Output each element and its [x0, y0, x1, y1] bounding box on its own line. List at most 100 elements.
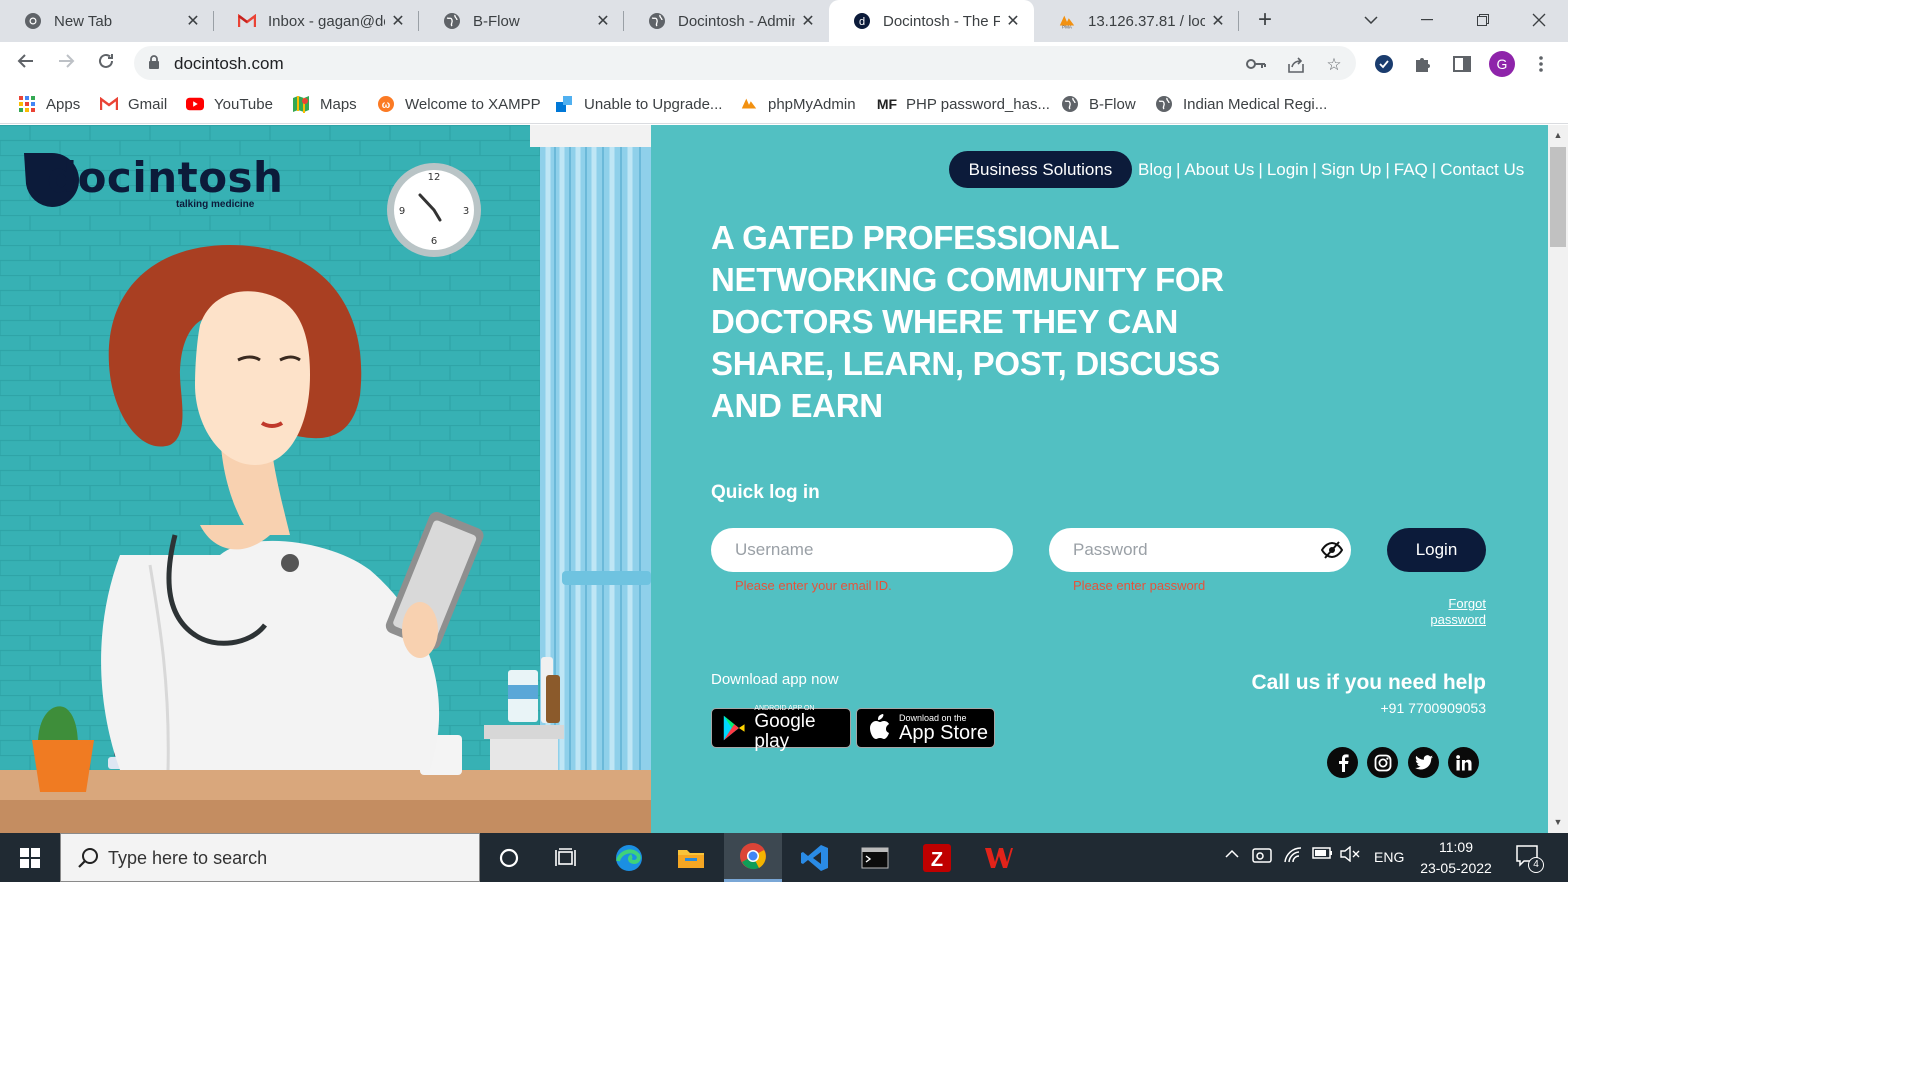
- volume-muted-icon[interactable]: [1340, 845, 1360, 865]
- bookmark-phpmyadmin[interactable]: phpMyAdmin: [740, 93, 856, 115]
- bookmark-star-icon[interactable]: ☆: [1324, 55, 1344, 75]
- tray-chevron-icon[interactable]: [1225, 846, 1239, 862]
- gmail-icon: [100, 95, 118, 113]
- hero-headline: A GATED PROFESSIONAL NETWORKING COMMUNIT…: [711, 217, 1291, 427]
- battery-icon[interactable]: [1312, 846, 1334, 863]
- scroll-thumb[interactable]: [1550, 147, 1566, 247]
- login-button[interactable]: Login: [1387, 528, 1486, 572]
- bookmark-gmail[interactable]: Gmail: [100, 93, 167, 115]
- bookmark-apps[interactable]: Apps: [18, 93, 80, 115]
- bookmark-label: YouTube: [214, 95, 273, 113]
- bookmark-label: phpMyAdmin: [768, 95, 856, 113]
- notifications-icon[interactable]: 4: [1516, 845, 1544, 873]
- extension-check-icon[interactable]: [1373, 53, 1395, 75]
- close-window-button[interactable]: [1511, 0, 1567, 40]
- bookmark-bflow[interactable]: B-Flow: [1061, 93, 1136, 115]
- nav-link-sign-up[interactable]: Sign Up: [1321, 160, 1381, 179]
- linkedin-icon[interactable]: [1448, 747, 1479, 778]
- bookmarks-bar: Apps Gmail YouTube Maps ω Welcome to XAM…: [0, 84, 1568, 124]
- bookmark-php-password[interactable]: MF PHP password_has...: [877, 93, 1050, 115]
- forgot-password-link[interactable]: Forgot password: [1391, 596, 1486, 628]
- bookmark-xampp[interactable]: ω Welcome to XAMPP: [377, 93, 541, 115]
- scroll-up-arrow[interactable]: ▲: [1552, 130, 1564, 142]
- windows-logo-icon: [20, 847, 40, 868]
- close-icon[interactable]: ✕: [594, 12, 612, 30]
- omnibox[interactable]: docintosh.com ☆: [134, 46, 1356, 80]
- toolbar: docintosh.com ☆: [0, 42, 1568, 84]
- help-phone[interactable]: +91 7700909053: [1211, 700, 1487, 716]
- tab-new-tab[interactable]: New Tab ✕: [0, 0, 214, 42]
- restore-button[interactable]: [1455, 0, 1511, 40]
- scroll-down-arrow[interactable]: ▼: [1552, 817, 1564, 829]
- vscode-icon[interactable]: [786, 833, 844, 882]
- wifi-icon[interactable]: [1283, 846, 1303, 867]
- docintosh-logo[interactable]: docintosh talking medicine: [24, 151, 283, 213]
- tab-phpmyadmin[interactable]: PMA 13.126.37.81 / localhost ✕: [1034, 0, 1239, 42]
- app-store-button[interactable]: Download on the App Store: [856, 708, 995, 748]
- puzzle-icon[interactable]: [1412, 53, 1434, 75]
- back-button[interactable]: [14, 51, 38, 75]
- new-tab-button[interactable]: +: [1252, 8, 1278, 34]
- terminal-icon[interactable]: [846, 833, 904, 882]
- bookmark-maps[interactable]: Maps: [292, 93, 357, 115]
- password-input[interactable]: [1049, 528, 1351, 572]
- username-input[interactable]: [711, 528, 1013, 572]
- headline-line: A GATED PROFESSIONAL: [711, 219, 1120, 256]
- globe-icon: [1061, 95, 1079, 113]
- menu-dots-icon[interactable]: [1530, 53, 1552, 75]
- close-icon[interactable]: ✕: [799, 12, 817, 30]
- language-indicator[interactable]: ENG: [1374, 849, 1404, 865]
- logo-tagline: talking medicine: [176, 199, 255, 210]
- search-icon: [78, 848, 98, 868]
- business-solutions-button[interactable]: Business Solutions: [949, 151, 1132, 188]
- bookmark-youtube[interactable]: YouTube: [186, 93, 273, 115]
- apple-icon: [870, 714, 889, 739]
- nav-link-login[interactable]: Login: [1267, 160, 1309, 179]
- username-error: Please enter your email ID.: [735, 578, 892, 593]
- reload-button[interactable]: [94, 51, 118, 75]
- google-play-button[interactable]: ANDROID APP ON Google play: [711, 705, 851, 751]
- close-icon[interactable]: ✕: [1209, 12, 1227, 30]
- key-icon[interactable]: [1246, 55, 1266, 75]
- taskbar-search[interactable]: Type here to search: [60, 833, 480, 882]
- reload-icon: [99, 53, 113, 68]
- twitter-icon[interactable]: [1408, 747, 1439, 778]
- bookmark-label: Gmail: [128, 95, 168, 113]
- chrome-taskbar-icon[interactable]: [724, 833, 782, 882]
- nav-link-blog[interactable]: Blog: [1138, 160, 1172, 179]
- start-button[interactable]: [0, 833, 60, 882]
- password-error: Please enter password: [1073, 578, 1206, 593]
- hero-content: Business Solutions Blog | About Us | Login | S…: [651, 125, 1548, 833]
- filezilla-icon[interactable]: Z: [908, 833, 966, 882]
- page-scrollbar[interactable]: ▲ ▼: [1548, 125, 1568, 833]
- task-view-icon[interactable]: [538, 833, 596, 882]
- bookmark-unable-upgrade[interactable]: Unable to Upgrade...: [556, 93, 722, 115]
- tab-docintosh-admin[interactable]: Docintosh - Admin ✕: [624, 0, 829, 42]
- close-icon[interactable]: ✕: [1004, 12, 1022, 30]
- minimize-button[interactable]: [1399, 0, 1455, 40]
- edge-icon[interactable]: [600, 833, 658, 882]
- file-explorer-icon[interactable]: [662, 833, 720, 882]
- facebook-icon[interactable]: [1327, 747, 1358, 778]
- side-panel-icon[interactable]: [1451, 53, 1473, 75]
- instagram-icon[interactable]: [1367, 747, 1398, 778]
- close-icon[interactable]: ✕: [184, 12, 202, 30]
- tab-docintosh[interactable]: d Docintosh - The Fastest ✕: [829, 0, 1034, 42]
- nav-link-contact-us[interactable]: Contact Us: [1440, 160, 1524, 179]
- youtube-icon: [186, 95, 204, 113]
- meet-now-icon[interactable]: [1252, 846, 1272, 867]
- close-icon[interactable]: ✕: [389, 12, 407, 30]
- tab-inbox[interactable]: Inbox - gagan@docintosh ✕: [214, 0, 419, 42]
- nav-link-about-us[interactable]: About Us: [1184, 160, 1254, 179]
- tab-search-button[interactable]: [1343, 0, 1399, 40]
- nav-link-faq[interactable]: FAQ: [1394, 160, 1428, 179]
- tab-bflow[interactable]: B-Flow ✕: [419, 0, 624, 42]
- cortana-icon[interactable]: [480, 833, 538, 882]
- share-icon[interactable]: [1286, 55, 1306, 75]
- forward-button[interactable]: [54, 51, 78, 75]
- wps-office-icon[interactable]: [970, 833, 1028, 882]
- clock[interactable]: 11:09 23-05-2022: [1414, 837, 1498, 879]
- eye-slash-icon[interactable]: [1321, 541, 1343, 559]
- profile-avatar[interactable]: G: [1489, 51, 1515, 77]
- bookmark-indian-medical[interactable]: Indian Medical Regi...: [1155, 93, 1327, 115]
